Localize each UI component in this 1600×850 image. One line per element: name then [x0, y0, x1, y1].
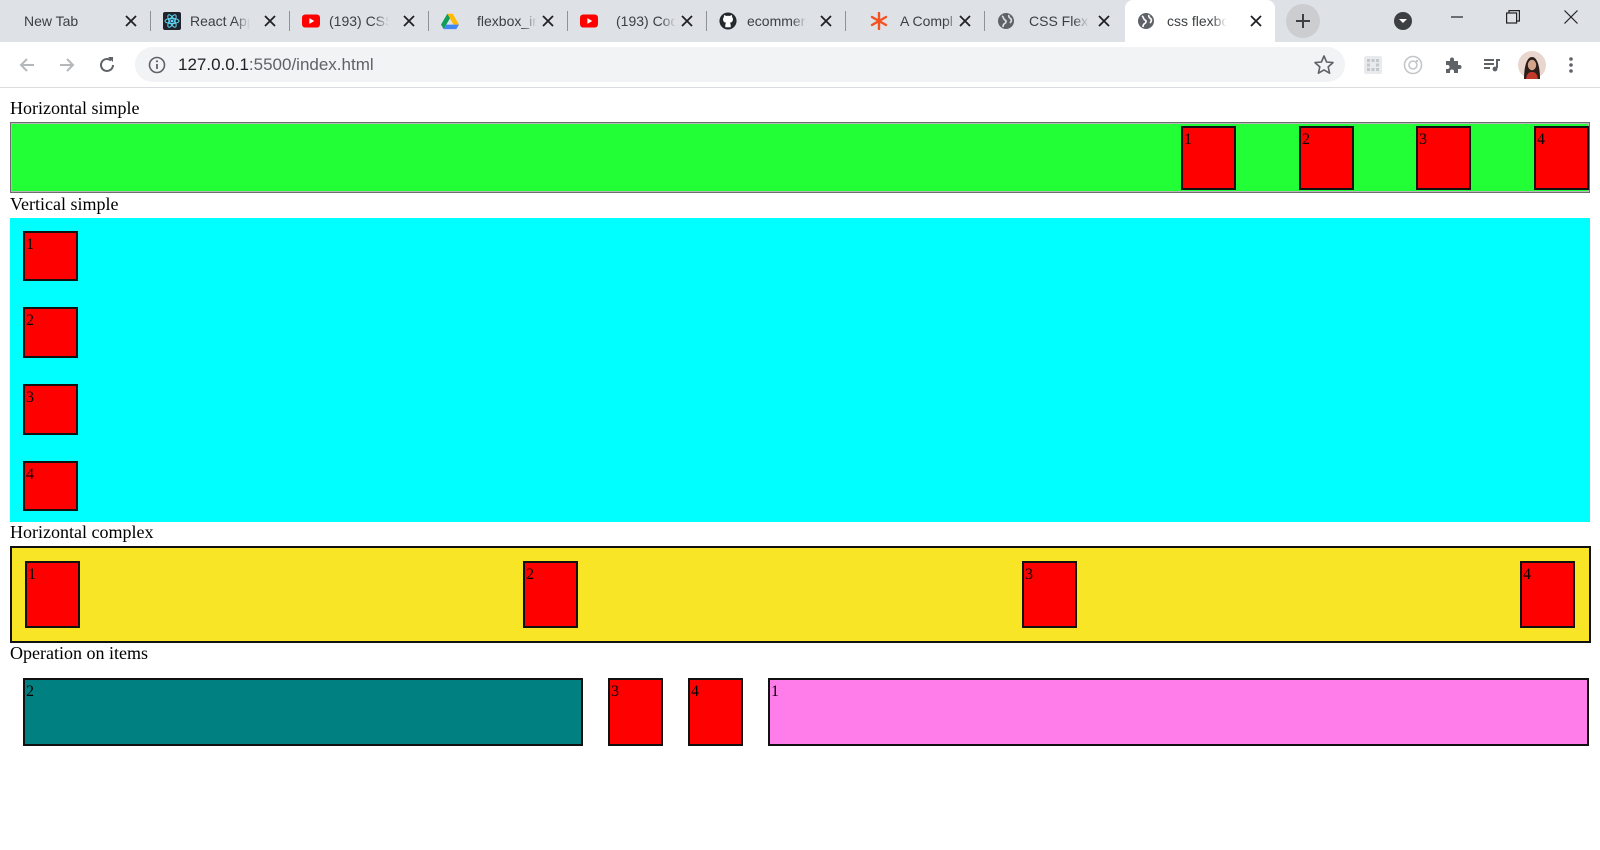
youtube-icon	[580, 12, 598, 30]
plus-icon	[1296, 14, 1310, 28]
arrow-left-icon	[19, 58, 34, 72]
close-icon[interactable]	[1095, 12, 1113, 30]
horizontal-complex-container: 1 2 3 4	[10, 546, 1591, 643]
tab-new-tab[interactable]: New Tab	[0, 0, 150, 42]
flex-item-3: 3	[1416, 126, 1471, 190]
page-content: Horizontal simple 1 2 3 4 Vertical simpl…	[0, 88, 1600, 850]
tab-title: css flexbo	[1167, 13, 1227, 29]
flex-item-4: 4	[1520, 561, 1575, 628]
close-icon[interactable]	[1247, 12, 1265, 30]
flex-item-1: 1	[25, 561, 80, 628]
tab-title: A Compl	[900, 13, 953, 29]
minimize-button[interactable]	[1434, 0, 1480, 34]
close-icon[interactable]	[400, 12, 418, 30]
flex-item-3: 3	[1022, 561, 1077, 628]
tab-title: (193) Cod	[616, 13, 676, 29]
flex-item-2: 2	[1299, 126, 1354, 190]
extension-button[interactable]	[1397, 49, 1429, 81]
flex-item-2: 2	[23, 678, 583, 746]
puzzle-icon	[1446, 57, 1462, 73]
chevron-down-icon	[1394, 12, 1412, 30]
flex-item-2: 2	[523, 561, 578, 628]
extension-camera-icon	[1403, 55, 1423, 75]
flex-item-4: 4	[688, 678, 743, 746]
reload-button[interactable]	[91, 49, 123, 81]
close-window-button[interactable]	[1548, 0, 1594, 34]
extension-button[interactable]	[1357, 49, 1389, 81]
restore-icon	[1506, 10, 1520, 24]
tab-a-complete-guide[interactable]: A Compl	[846, 0, 984, 42]
close-icon[interactable]	[817, 12, 835, 30]
horizontal-simple-container: 1 2 3 4	[10, 122, 1590, 193]
reload-icon	[100, 57, 114, 72]
restore-button[interactable]	[1490, 0, 1536, 34]
github-icon	[719, 12, 737, 30]
url-path: :5500/index.html	[248, 55, 374, 74]
close-icon[interactable]	[539, 12, 557, 30]
close-icon[interactable]	[678, 12, 696, 30]
close-icon[interactable]	[261, 12, 279, 30]
tab-css-flexbox[interactable]: CSS Flexb	[985, 0, 1123, 42]
section-label-operation-on-items: Operation on items	[10, 643, 148, 663]
youtube-icon	[302, 12, 320, 30]
flex-item-2: 2	[23, 307, 78, 358]
tab-title: CSS Flexb	[1029, 13, 1089, 29]
forward-button[interactable]	[51, 49, 83, 81]
media-control-button[interactable]	[1476, 49, 1508, 81]
close-icon	[1564, 10, 1578, 24]
url-host: 127.0.0.1	[178, 55, 249, 74]
tab-title: flexbox_in	[477, 13, 537, 29]
minimize-icon	[1451, 16, 1463, 18]
arrow-right-icon	[60, 58, 75, 72]
url-text[interactable]: 127.0.0.1:5500/index.html	[178, 47, 374, 82]
tab-youtube-code[interactable]: (193) Cod	[568, 0, 706, 42]
info-icon[interactable]	[147, 55, 167, 75]
tab-title: New Tab	[24, 13, 79, 29]
react-icon	[163, 12, 181, 30]
flex-item-1: 1	[1181, 126, 1236, 190]
flex-item-3: 3	[608, 678, 663, 746]
flex-item-3: 3	[23, 384, 78, 435]
section-label-horizontal-simple: Horizontal simple	[10, 98, 140, 118]
extensions-button[interactable]	[1437, 49, 1469, 81]
tab-css-flexbox-active[interactable]: css flexbo	[1125, 0, 1275, 42]
back-button[interactable]	[11, 49, 43, 81]
tab-search-button[interactable]	[1378, 4, 1428, 38]
tab-react-app[interactable]: React App	[151, 0, 289, 42]
new-tab-button[interactable]	[1286, 4, 1320, 38]
flex-item-1: 1	[768, 678, 1589, 746]
tab-title: (193) CSS	[329, 13, 389, 29]
tab-strip: New Tab React App (193) CSS flexbox_in (…	[0, 0, 1600, 42]
close-icon[interactable]	[122, 12, 140, 30]
operation-on-items-container: 2 3 4 1	[10, 666, 1590, 746]
flex-item-4: 4	[1534, 126, 1589, 190]
queue-music-icon	[1484, 59, 1500, 72]
tab-youtube-css[interactable]: (193) CSS	[290, 0, 428, 42]
profile-button[interactable]	[1516, 49, 1548, 81]
menu-button[interactable]	[1557, 49, 1585, 81]
tab-google-drive[interactable]: flexbox_in	[429, 0, 567, 42]
more-vertical-icon	[1569, 57, 1573, 73]
tab-title: ecommerce	[747, 13, 807, 29]
vertical-simple-container: 1 2 3 4	[10, 218, 1590, 522]
section-label-horizontal-complex: Horizontal complex	[10, 522, 154, 542]
flex-item-1: 1	[23, 231, 78, 281]
address-bar[interactable]: 127.0.0.1:5500/index.html	[135, 47, 1345, 82]
tab-github-ecommerce[interactable]: ecommerce	[707, 0, 845, 42]
close-icon[interactable]	[956, 12, 974, 30]
globe-icon	[997, 12, 1015, 30]
globe-icon	[1137, 12, 1155, 30]
section-label-vertical-simple: Vertical simple	[10, 194, 119, 214]
avatar	[1518, 51, 1546, 79]
asterisk-icon	[870, 12, 888, 30]
extension-grid-icon	[1364, 56, 1382, 74]
tab-title: React App	[190, 13, 250, 29]
google-drive-icon	[441, 12, 459, 30]
star-icon[interactable]	[1313, 54, 1335, 76]
browser-toolbar: 127.0.0.1:5500/index.html	[0, 42, 1600, 88]
flex-item-4: 4	[23, 461, 78, 511]
